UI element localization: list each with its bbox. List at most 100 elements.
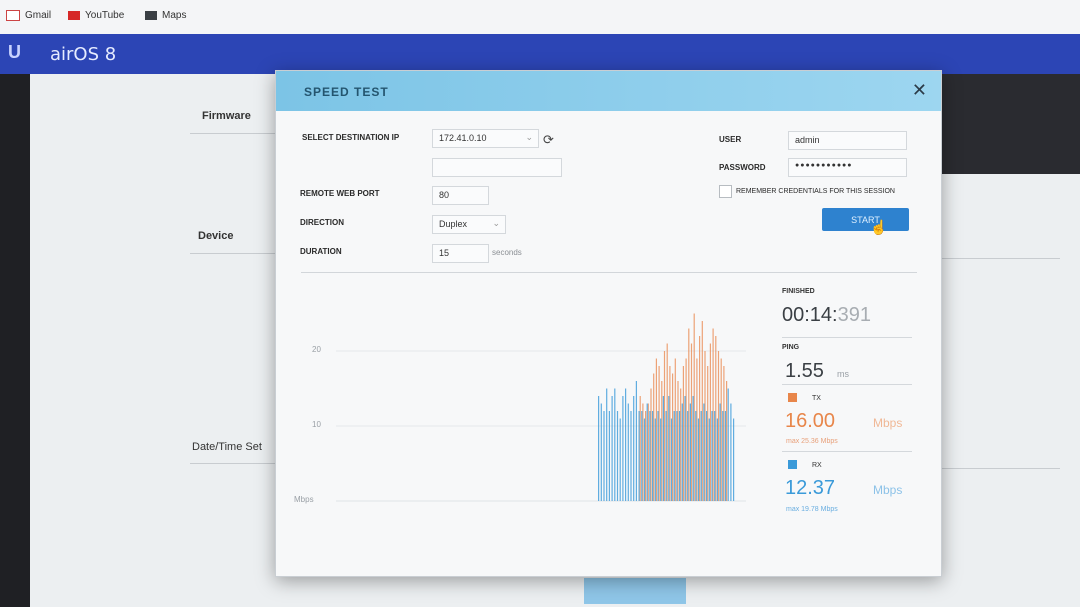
rx-unit: Mbps: [873, 483, 903, 497]
rx-value: 12.37: [785, 477, 836, 499]
direction-select[interactable]: Duplex ⌄: [432, 215, 506, 234]
custom-ip-input[interactable]: [432, 158, 562, 177]
rx-bar: [724, 411, 727, 501]
y-tick-label: 20: [312, 345, 321, 354]
stats-divider: [782, 337, 912, 338]
speed-test-dialog: SPEED TEST ✕ SELECT DESTINATION IP 172.4…: [275, 70, 942, 577]
rx-bar: [600, 403, 602, 501]
rx-bar: [649, 411, 651, 501]
rx-bar: [665, 411, 667, 501]
bookmark-label: Gmail: [25, 10, 52, 21]
rx-bar: [606, 388, 608, 501]
rx-max: max 19.78 Mbps: [786, 506, 838, 513]
tx-legend-swatch: [788, 393, 797, 402]
tx-bar: [661, 381, 663, 501]
rx-bar: [646, 403, 648, 501]
refresh-icon[interactable]: ⟳: [543, 132, 554, 148]
remote-port-label: REMOTE WEB PORT: [300, 189, 380, 198]
tx-bar: [701, 321, 703, 501]
rx-bar: [608, 411, 610, 501]
tx-bar: [712, 328, 714, 501]
duration-input[interactable]: 15: [432, 244, 489, 263]
rx-bar: [706, 411, 708, 501]
finished-time-ms: 391: [837, 304, 871, 326]
direction-value: Duplex: [439, 219, 468, 229]
tx-bar: [715, 336, 717, 501]
section-device: Device: [198, 230, 234, 242]
rx-bar: [708, 418, 710, 501]
y-tick-label: 10: [312, 420, 321, 429]
section-divider: [190, 253, 280, 254]
tx-bar: [642, 403, 644, 501]
ping-unit: ms: [837, 369, 849, 379]
tx-bar: [690, 343, 693, 501]
dialog-title: SPEED TEST: [304, 85, 389, 99]
throughput-chart-svg: [336, 313, 746, 502]
rx-bar: [700, 411, 702, 501]
rx-bar: [643, 418, 646, 501]
user-value: admin: [795, 135, 820, 145]
rx-bar: [697, 418, 700, 501]
user-label: USER: [719, 135, 742, 144]
rx-bar: [662, 396, 664, 501]
bookmark-youtube[interactable]: YouTube: [68, 10, 124, 21]
rx-label: RX: [812, 462, 822, 469]
rx-bar: [625, 388, 627, 501]
stats-divider: [782, 451, 912, 452]
rx-bar: [627, 403, 629, 501]
rx-bar: [654, 418, 656, 501]
tx-bar: [688, 328, 690, 501]
section-firmware: Firmware: [202, 110, 251, 122]
throughput-chart: 20 10 Mbps: [276, 281, 776, 571]
finished-label: FINISHED: [782, 288, 815, 295]
user-input[interactable]: admin: [788, 131, 907, 150]
tx-bar: [720, 358, 722, 501]
tx-bar: [685, 358, 687, 501]
start-button[interactable]: START: [822, 208, 909, 231]
tx-bar: [655, 358, 657, 501]
tx-bar: [726, 381, 728, 501]
mouse-cursor-icon: ☝: [870, 219, 888, 235]
tx-bar: [699, 336, 701, 501]
dialog-header: SPEED TEST ✕: [276, 71, 941, 111]
tx-bar: [674, 358, 676, 501]
tx-value: 16.00: [785, 410, 836, 432]
rx-bar: [641, 411, 643, 501]
form-divider: [301, 272, 917, 273]
tx-bar: [663, 351, 666, 501]
finished-time: 00:14:391: [782, 304, 871, 327]
dest-ip-select[interactable]: 172.41.0.10 ⌄: [432, 129, 539, 148]
rx-bar: [630, 411, 632, 501]
remember-checkbox[interactable]: [719, 185, 732, 198]
bookmark-gmail[interactable]: Gmail: [6, 10, 51, 21]
rx-bar: [673, 411, 675, 501]
rx-bar: [657, 411, 659, 501]
tx-unit: Mbps: [873, 416, 903, 430]
tx-bar: [717, 351, 720, 501]
gmail-icon: [6, 10, 20, 21]
rx-bar: [695, 411, 697, 501]
password-input[interactable]: ●●●●●●●●●●●: [788, 158, 907, 177]
rx-bar: [668, 396, 670, 501]
product-logo: airOS 8: [50, 44, 117, 65]
tx-bar: [680, 388, 682, 501]
direction-label: DIRECTION: [300, 218, 344, 227]
tx-bar: [666, 343, 668, 501]
tx-bar: [682, 366, 684, 501]
rx-bar: [638, 411, 640, 501]
rx-bar: [652, 411, 654, 501]
rx-bar: [603, 411, 605, 501]
rx-bar: [611, 396, 613, 501]
background-save-button[interactable]: [584, 578, 686, 604]
tx-bar: [704, 351, 706, 501]
chevron-down-icon: ⌄: [525, 132, 533, 142]
bookmark-maps[interactable]: Maps: [145, 10, 186, 21]
remote-port-input[interactable]: 80: [432, 186, 489, 205]
rx-bar: [635, 381, 637, 501]
rx-bar: [616, 411, 619, 501]
rx-bar: [676, 411, 678, 501]
tx-bar: [677, 381, 679, 501]
close-icon[interactable]: ✕: [912, 80, 927, 101]
section-divider: [940, 258, 1060, 259]
tx-max: max 25.36 Mbps: [786, 438, 838, 445]
